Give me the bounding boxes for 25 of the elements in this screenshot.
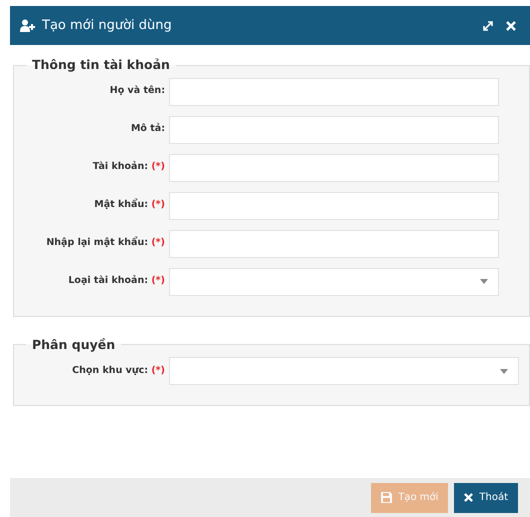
- caret-icon: [500, 368, 508, 374]
- close-icon: [464, 493, 474, 502]
- save-icon: [381, 492, 392, 503]
- close-icon[interactable]: [506, 20, 516, 30]
- add-user-icon: [20, 19, 36, 32]
- field-label: Mật khẩu: (*): [93, 198, 166, 212]
- field-label: Họ và tên:: [108, 84, 166, 98]
- field-label: Tài khoản: (*): [92, 160, 166, 174]
- field-label: Loại tài khoản: (*): [67, 274, 166, 288]
- field-label: Chọn khu vực: (*): [71, 364, 166, 378]
- field-label: Mô tả:: [130, 122, 166, 136]
- section-title: Phân quyền: [31, 338, 116, 351]
- input-field[interactable]: [169, 78, 499, 106]
- exit-button[interactable]: Thoát: [454, 482, 518, 512]
- input-field[interactable]: [169, 230, 499, 258]
- field-label: Nhập lại mật khẩu: (*): [45, 236, 166, 250]
- dropdown-field[interactable]: [169, 268, 499, 296]
- window-title: Tạo mới người dùng: [42, 16, 172, 35]
- caret-icon: [480, 279, 488, 284]
- input-field[interactable]: [169, 154, 499, 182]
- dropdown-field[interactable]: [169, 357, 519, 385]
- section-title: Thông tin tài khoản: [31, 59, 171, 72]
- input-field[interactable]: [169, 116, 499, 144]
- input-field[interactable]: [169, 192, 499, 220]
- maximize-icon[interactable]: [482, 20, 494, 32]
